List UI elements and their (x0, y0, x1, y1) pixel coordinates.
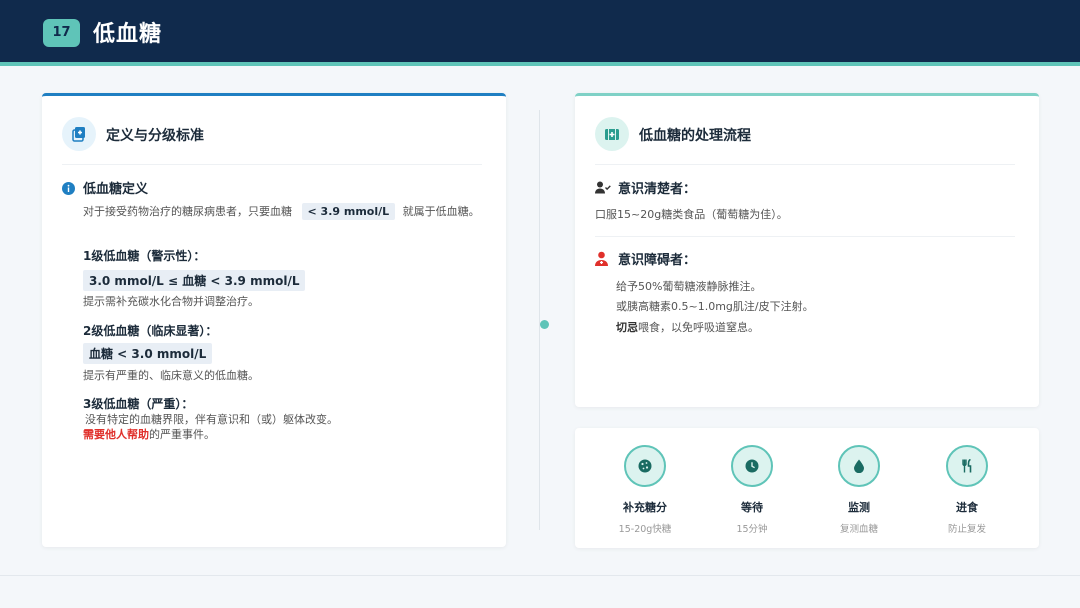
definition-card-header: 定义与分级标准 (62, 117, 482, 165)
first-aid-kit-icon (595, 117, 629, 151)
user-check-icon (595, 181, 611, 194)
flow-step: 监测 复测血糖 (814, 445, 904, 535)
drop-icon (838, 445, 880, 487)
level1-range-row: 3.0 mmol/L ≤ 血糖 < 3.9 mmol/L (83, 270, 306, 291)
definition-card: 定义与分级标准 低血糖定义 对于接受药物治疗的糖尿病患者，只要血糖 < 3.9 … (42, 93, 506, 547)
level3-emphasis: 需要他人帮助 (83, 428, 149, 441)
column-divider-dot (540, 320, 549, 329)
flow-step: 补充糖分 15-20g快糖 (600, 445, 690, 535)
level3-note: 没有特定的血糖界限，伴有意识和（或）躯体改变。 (85, 413, 338, 426)
level2-note: 提示有严重的、临床意义的低血糖。 (83, 369, 259, 382)
definition-card-title: 定义与分级标准 (106, 128, 204, 144)
flow-step: 进食 防止复发 (922, 445, 1012, 535)
cookie-icon (624, 445, 666, 487)
clock-icon (731, 445, 773, 487)
definition-title: 低血糖定义 (83, 182, 149, 197)
flow-step-sub: 15分钟 (736, 524, 768, 535)
flow-step-label: 补充糖分 (623, 501, 667, 514)
page-number-badge: 17 (43, 19, 80, 47)
flow-step-label: 监测 (848, 501, 870, 514)
definition-text-after: 就属于低血糖。 (402, 205, 480, 218)
impaired-line3: 切忌喂食，以免呼吸道窒息。 (616, 319, 759, 335)
page-title: 低血糖 (93, 22, 163, 47)
level1-note: 提示需补充碳水化合物并调整治疗。 (83, 295, 259, 308)
impaired-line3-rest: 喂食，以免呼吸道窒息。 (638, 321, 759, 334)
impaired-line2: 或胰高糖素0.5~1.0mg肌注/皮下注射。 (616, 300, 814, 313)
flow-step-label: 等待 (741, 501, 763, 514)
impaired-title: 意识障碍者： (618, 253, 697, 268)
definition-text-before: 对于接受药物治疗的糖尿病患者，只要血糖 (83, 205, 292, 218)
level3-note-line2: 需要他人帮助的严重事件。 (83, 426, 215, 442)
utensils-icon (946, 445, 988, 487)
level2-range: 血糖 < 3.0 mmol/L (83, 343, 213, 364)
conscious-title: 意识清楚者： (618, 182, 697, 197)
treatment-card: 低血糖的处理流程 意识清楚者： 口服15~20g糖类食品（葡萄糖为佳）。 意识障… (575, 93, 1039, 407)
level3-title: 3级低血糖（严重）： (83, 397, 194, 411)
flow-step-sub: 15-20g快糖 (618, 524, 672, 535)
title-bar: 17 低血糖 (0, 0, 1080, 66)
flow-step-sub: 防止复发 (947, 524, 986, 535)
level1-title: 1级低血糖（警示性）： (83, 249, 206, 263)
level1-range: 3.0 mmol/L ≤ 血糖 < 3.9 mmol/L (83, 270, 306, 291)
footer-divider (0, 575, 1080, 576)
info-icon (62, 182, 75, 195)
flow-step-label: 进食 (956, 501, 978, 514)
conscious-text: 口服15~20g糖类食品（葡萄糖为佳）。 (595, 208, 788, 221)
medical-file-icon (62, 117, 96, 151)
flow-step: 等待 15分钟 (707, 445, 797, 535)
flow-steps-card: 补充糖分 15-20g快糖 等待 15分钟 监测 复测血糖 进食 防止复发 (575, 428, 1039, 548)
section-divider (595, 236, 1015, 237)
level2-range-row: 血糖 < 3.0 mmol/L (83, 343, 213, 364)
level2-title: 2级低血糖（临床显著）： (83, 324, 218, 338)
treatment-card-header: 低血糖的处理流程 (595, 117, 1015, 165)
impaired-line1: 给予50%葡萄糖液静脉推注。 (616, 280, 762, 293)
flow-step-sub: 复测血糖 (839, 524, 878, 535)
impaired-line3-emphasis: 切忌 (616, 321, 638, 334)
column-divider (539, 110, 540, 530)
user-injured-icon (595, 251, 608, 266)
definition-text: 对于接受药物治疗的糖尿病患者，只要血糖 < 3.9 mmol/L 就属于低血糖。 (83, 203, 480, 220)
treatment-card-title: 低血糖的处理流程 (639, 128, 751, 144)
level3-note-tail: 的严重事件。 (149, 428, 215, 441)
threshold-pill: < 3.9 mmol/L (301, 203, 396, 220)
